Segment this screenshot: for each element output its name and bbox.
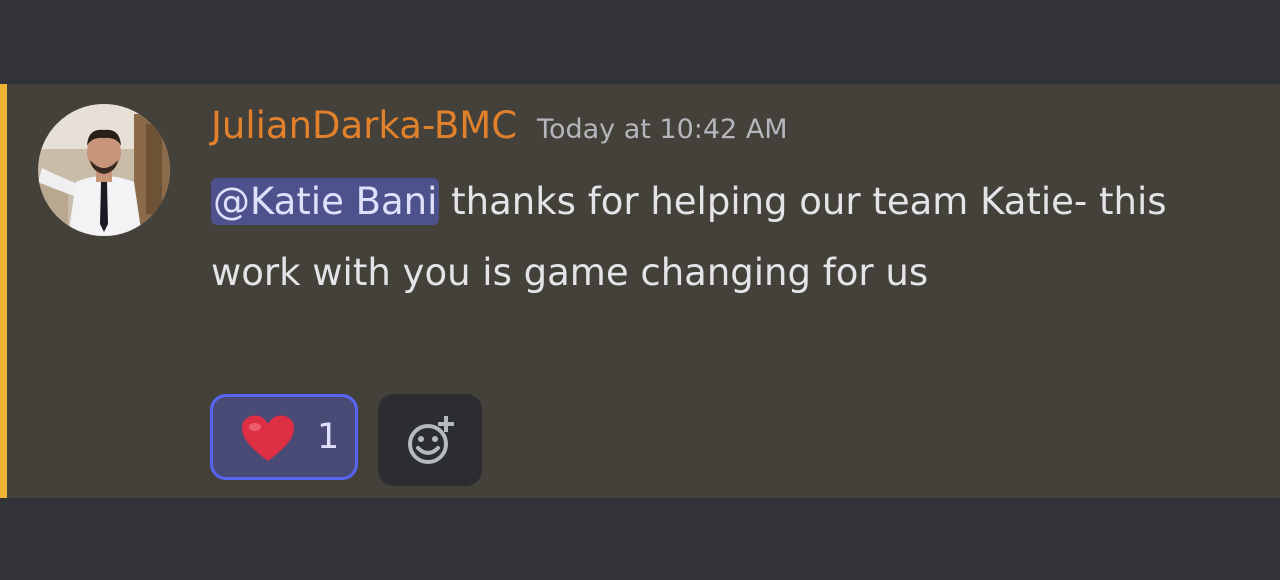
reaction-heart-button[interactable]: 1	[210, 394, 358, 480]
message-timestamp: Today at 10:42 AM	[537, 114, 788, 145]
message-header: JulianDarka-BMC Today at 10:42 AM	[211, 104, 788, 156]
chat-message: JulianDarka-BMC Today at 10:42 AM @Katie …	[0, 84, 1280, 498]
heart-emoji-icon	[241, 415, 295, 467]
avatar[interactable]	[38, 104, 170, 236]
author-username[interactable]: JulianDarka-BMC	[211, 104, 517, 147]
reaction-count: 1	[317, 417, 340, 457]
avatar-image	[38, 104, 170, 236]
add-reaction-icon	[408, 416, 454, 464]
mention-highlight-bar	[0, 84, 7, 498]
add-reaction-button[interactable]	[378, 394, 482, 486]
message-content: @Katie Bani thanks for helping our team …	[211, 166, 1251, 308]
user-mention[interactable]: @Katie Bani	[211, 178, 440, 225]
